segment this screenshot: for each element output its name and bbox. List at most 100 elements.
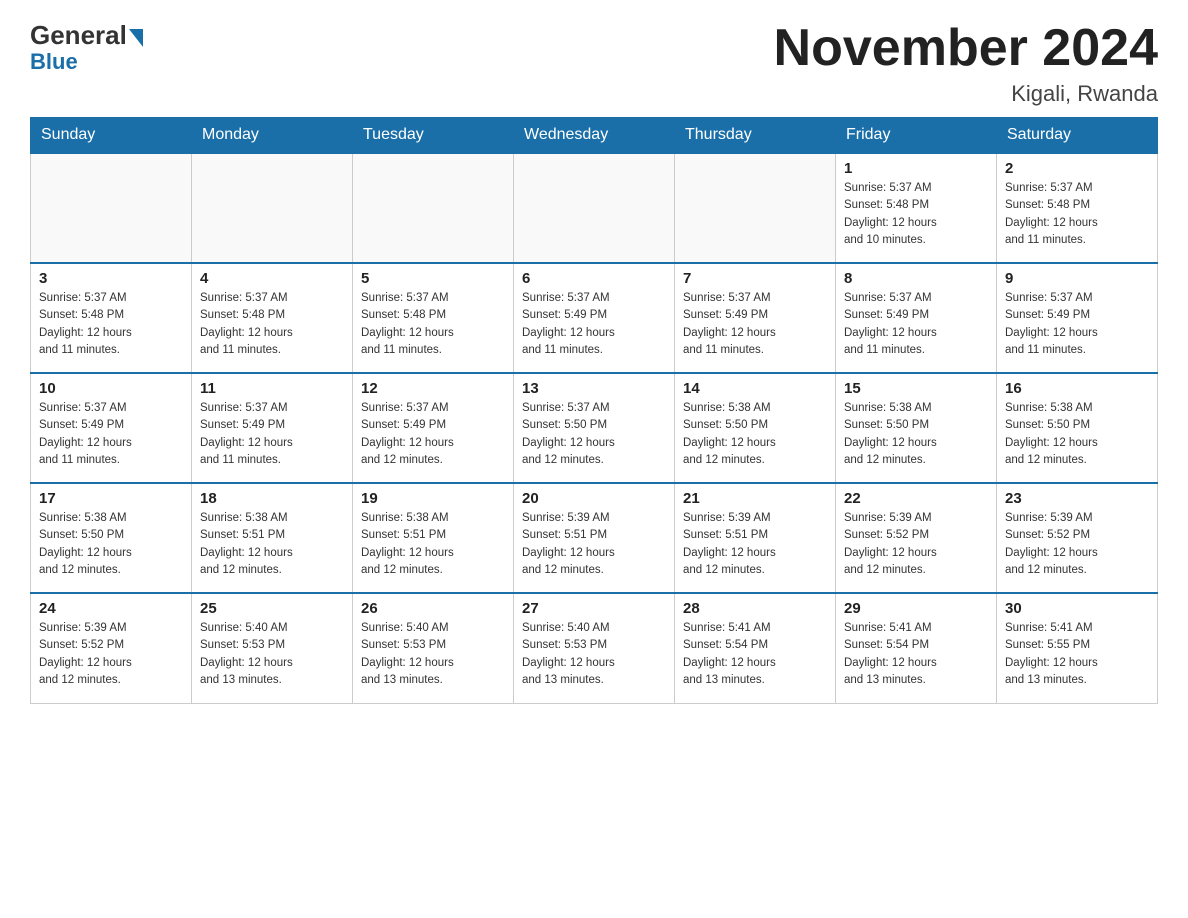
day-number: 22	[844, 490, 988, 507]
day-info: Sunrise: 5:37 AMSunset: 5:49 PMDaylight:…	[361, 400, 505, 469]
calendar-table: SundayMondayTuesdayWednesdayThursdayFrid…	[30, 117, 1158, 704]
weekday-header: Friday	[836, 118, 997, 154]
day-info: Sunrise: 5:37 AMSunset: 5:49 PMDaylight:…	[522, 290, 666, 359]
day-number: 10	[39, 380, 183, 397]
calendar-cell: 6 Sunrise: 5:37 AMSunset: 5:49 PMDaylight…	[514, 263, 675, 373]
calendar-cell: 1 Sunrise: 5:37 AMSunset: 5:48 PMDaylight…	[836, 153, 997, 263]
calendar-cell: 24 Sunrise: 5:39 AMSunset: 5:52 PMDayligh…	[31, 593, 192, 703]
day-number: 4	[200, 270, 344, 287]
calendar-cell: 28 Sunrise: 5:41 AMSunset: 5:54 PMDayligh…	[675, 593, 836, 703]
calendar-cell: 29 Sunrise: 5:41 AMSunset: 5:54 PMDayligh…	[836, 593, 997, 703]
day-info: Sunrise: 5:37 AMSunset: 5:49 PMDaylight:…	[200, 400, 344, 469]
logo-general-text: General	[30, 20, 127, 51]
calendar-cell: 27 Sunrise: 5:40 AMSunset: 5:53 PMDayligh…	[514, 593, 675, 703]
calendar-cell: 17 Sunrise: 5:38 AMSunset: 5:50 PMDayligh…	[31, 483, 192, 593]
day-info: Sunrise: 5:37 AMSunset: 5:49 PMDaylight:…	[683, 290, 827, 359]
weekday-header: Tuesday	[353, 118, 514, 154]
day-info: Sunrise: 5:37 AMSunset: 5:48 PMDaylight:…	[1005, 180, 1149, 249]
calendar-week-row: 3 Sunrise: 5:37 AMSunset: 5:48 PMDaylight…	[31, 263, 1158, 373]
day-info: Sunrise: 5:37 AMSunset: 5:49 PMDaylight:…	[844, 290, 988, 359]
logo-arrow-icon	[129, 29, 143, 47]
weekday-header: Monday	[192, 118, 353, 154]
calendar-cell: 4 Sunrise: 5:37 AMSunset: 5:48 PMDaylight…	[192, 263, 353, 373]
calendar-cell: 7 Sunrise: 5:37 AMSunset: 5:49 PMDaylight…	[675, 263, 836, 373]
calendar-cell: 5Sunrise: 5:37 AMSunset: 5:48 PMDaylight…	[353, 263, 514, 373]
day-number: 3	[39, 270, 183, 287]
calendar-cell: 18Sunrise: 5:38 AMSunset: 5:51 PMDayligh…	[192, 483, 353, 593]
day-info: Sunrise: 5:37 AMSunset: 5:48 PMDaylight:…	[361, 290, 505, 359]
day-number: 7	[683, 270, 827, 287]
day-info: Sunrise: 5:40 AMSunset: 5:53 PMDaylight:…	[200, 620, 344, 689]
location: Kigali, Rwanda	[774, 81, 1158, 107]
day-info: Sunrise: 5:38 AMSunset: 5:50 PMDaylight:…	[1005, 400, 1149, 469]
weekday-header: Saturday	[997, 118, 1158, 154]
day-number: 19	[361, 490, 505, 507]
day-info: Sunrise: 5:37 AMSunset: 5:48 PMDaylight:…	[200, 290, 344, 359]
day-number: 29	[844, 600, 988, 617]
day-info: Sunrise: 5:41 AMSunset: 5:55 PMDaylight:…	[1005, 620, 1149, 689]
day-info: Sunrise: 5:40 AMSunset: 5:53 PMDaylight:…	[522, 620, 666, 689]
day-info: Sunrise: 5:38 AMSunset: 5:51 PMDaylight:…	[200, 510, 344, 579]
day-number: 9	[1005, 270, 1149, 287]
day-info: Sunrise: 5:38 AMSunset: 5:50 PMDaylight:…	[844, 400, 988, 469]
calendar-cell	[514, 153, 675, 263]
calendar-cell: 19 Sunrise: 5:38 AMSunset: 5:51 PMDayligh…	[353, 483, 514, 593]
calendar-cell: 12 Sunrise: 5:37 AMSunset: 5:49 PMDayligh…	[353, 373, 514, 483]
logo: General Blue	[30, 20, 145, 75]
calendar-cell: 21Sunrise: 5:39 AMSunset: 5:51 PMDayligh…	[675, 483, 836, 593]
day-number: 6	[522, 270, 666, 287]
calendar-cell	[675, 153, 836, 263]
day-info: Sunrise: 5:39 AMSunset: 5:52 PMDaylight:…	[844, 510, 988, 579]
day-info: Sunrise: 5:37 AMSunset: 5:49 PMDaylight:…	[1005, 290, 1149, 359]
day-number: 28	[683, 600, 827, 617]
page-header: General Blue November 2024 Kigali, Rwand…	[30, 20, 1158, 107]
day-number: 17	[39, 490, 183, 507]
day-number: 1	[844, 160, 988, 177]
logo-blue-text: Blue	[30, 49, 78, 75]
day-number: 21	[683, 490, 827, 507]
day-number: 8	[844, 270, 988, 287]
day-info: Sunrise: 5:41 AMSunset: 5:54 PMDaylight:…	[683, 620, 827, 689]
calendar-cell	[353, 153, 514, 263]
day-info: Sunrise: 5:40 AMSunset: 5:53 PMDaylight:…	[361, 620, 505, 689]
day-info: Sunrise: 5:38 AMSunset: 5:50 PMDaylight:…	[39, 510, 183, 579]
month-title: November 2024	[774, 20, 1158, 77]
day-info: Sunrise: 5:41 AMSunset: 5:54 PMDaylight:…	[844, 620, 988, 689]
day-number: 2	[1005, 160, 1149, 177]
day-info: Sunrise: 5:38 AMSunset: 5:51 PMDaylight:…	[361, 510, 505, 579]
calendar-week-row: 10 Sunrise: 5:37 AMSunset: 5:49 PMDayligh…	[31, 373, 1158, 483]
day-info: Sunrise: 5:37 AMSunset: 5:50 PMDaylight:…	[522, 400, 666, 469]
day-info: Sunrise: 5:37 AMSunset: 5:49 PMDaylight:…	[39, 400, 183, 469]
day-info: Sunrise: 5:39 AMSunset: 5:52 PMDaylight:…	[1005, 510, 1149, 579]
calendar-cell: 9 Sunrise: 5:37 AMSunset: 5:49 PMDaylight…	[997, 263, 1158, 373]
calendar-cell: 22 Sunrise: 5:39 AMSunset: 5:52 PMDayligh…	[836, 483, 997, 593]
calendar-cell: 14Sunrise: 5:38 AMSunset: 5:50 PMDayligh…	[675, 373, 836, 483]
day-number: 15	[844, 380, 988, 397]
day-number: 25	[200, 600, 344, 617]
calendar-header-row: SundayMondayTuesdayWednesdayThursdayFrid…	[31, 118, 1158, 154]
calendar-cell: 8 Sunrise: 5:37 AMSunset: 5:49 PMDaylight…	[836, 263, 997, 373]
day-number: 12	[361, 380, 505, 397]
day-number: 16	[1005, 380, 1149, 397]
day-number: 26	[361, 600, 505, 617]
day-number: 24	[39, 600, 183, 617]
day-number: 20	[522, 490, 666, 507]
calendar-cell: 16 Sunrise: 5:38 AMSunset: 5:50 PMDayligh…	[997, 373, 1158, 483]
day-info: Sunrise: 5:37 AMSunset: 5:48 PMDaylight:…	[844, 180, 988, 249]
day-info: Sunrise: 5:39 AMSunset: 5:52 PMDaylight:…	[39, 620, 183, 689]
calendar-cell: 20 Sunrise: 5:39 AMSunset: 5:51 PMDayligh…	[514, 483, 675, 593]
title-section: November 2024 Kigali, Rwanda	[774, 20, 1158, 107]
day-info: Sunrise: 5:39 AMSunset: 5:51 PMDaylight:…	[522, 510, 666, 579]
day-number: 27	[522, 600, 666, 617]
calendar-cell: 25 Sunrise: 5:40 AMSunset: 5:53 PMDayligh…	[192, 593, 353, 703]
calendar-cell: 26 Sunrise: 5:40 AMSunset: 5:53 PMDayligh…	[353, 593, 514, 703]
calendar-cell: 30Sunrise: 5:41 AMSunset: 5:55 PMDayligh…	[997, 593, 1158, 703]
calendar-week-row: 1 Sunrise: 5:37 AMSunset: 5:48 PMDaylight…	[31, 153, 1158, 263]
day-info: Sunrise: 5:38 AMSunset: 5:50 PMDaylight:…	[683, 400, 827, 469]
weekday-header: Sunday	[31, 118, 192, 154]
day-number: 13	[522, 380, 666, 397]
day-info: Sunrise: 5:37 AMSunset: 5:48 PMDaylight:…	[39, 290, 183, 359]
calendar-week-row: 24 Sunrise: 5:39 AMSunset: 5:52 PMDayligh…	[31, 593, 1158, 703]
calendar-cell: 2 Sunrise: 5:37 AMSunset: 5:48 PMDaylight…	[997, 153, 1158, 263]
calendar-cell: 13 Sunrise: 5:37 AMSunset: 5:50 PMDayligh…	[514, 373, 675, 483]
